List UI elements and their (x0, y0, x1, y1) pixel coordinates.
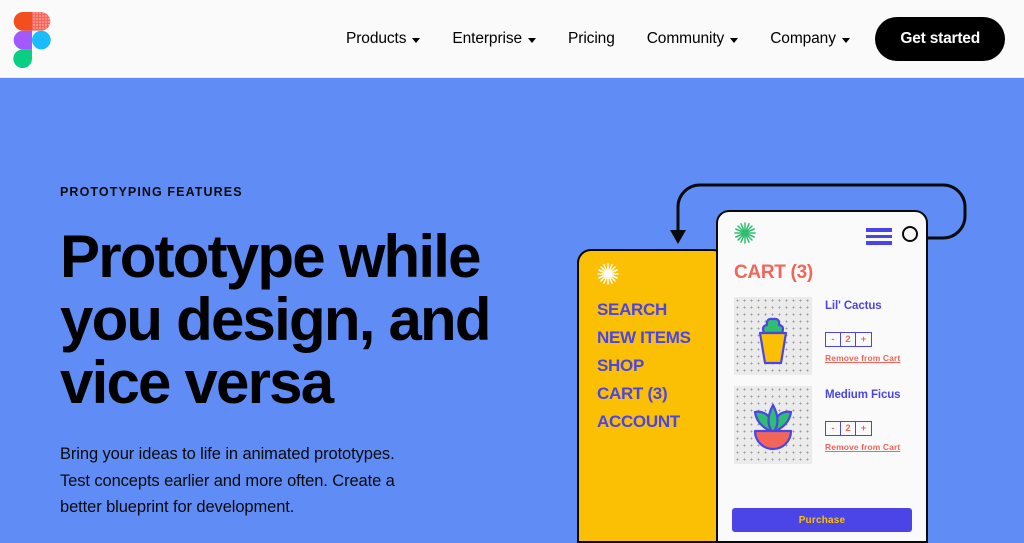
increment-button[interactable]: + (856, 422, 871, 435)
nav-label: Products (346, 30, 407, 47)
cart-item-name: Lil' Cactus (825, 300, 882, 312)
cart-item-details: Medium Ficus - 2 + Remove from Cart (825, 386, 901, 464)
nav-label: Community (646, 30, 725, 47)
headline-line-2: you design, and (60, 286, 492, 353)
cactus-thumbnail (734, 297, 812, 375)
nav-item-enterprise[interactable]: Enterprise (436, 30, 552, 48)
starburst-icon (597, 263, 619, 285)
yellow-screen-menu: SEARCH NEW ITEMS SHOP CART (3) ACCOUNT (597, 300, 691, 432)
yellow-phone-mockup: SEARCH NEW ITEMS SHOP CART (3) ACCOUNT (577, 249, 727, 543)
cart-item-row: Medium Ficus - 2 + Remove from Cart (734, 386, 926, 464)
headline-line-3: vice versa (60, 349, 334, 416)
hero-subcopy: Bring your ideas to life in animated pro… (60, 445, 395, 517)
decrement-button[interactable]: - (826, 422, 841, 436)
cart-item-name: Medium Ficus (825, 389, 901, 401)
decrement-button[interactable]: - (826, 333, 841, 347)
chevron-down-icon (528, 37, 537, 43)
ficus-illustration (753, 403, 793, 451)
cart-screen-topbar (718, 212, 926, 254)
menu-item-new-items[interactable]: NEW ITEMS (597, 328, 691, 348)
white-phone-mockup: CART (3) Lil' Cactus - 2 + Remove from C… (716, 210, 928, 543)
chevron-down-icon (730, 37, 739, 43)
quantity-value: 2 (841, 333, 856, 347)
cart-heading: CART (3) (734, 262, 813, 283)
quantity-value: 2 (841, 422, 856, 436)
chevron-down-icon (841, 37, 850, 43)
burger-bar (866, 234, 892, 238)
cart-item-details: Lil' Cactus - 2 + Remove from Cart (825, 297, 900, 375)
nav-item-community[interactable]: Community (631, 30, 754, 48)
nav-label: Company (770, 30, 836, 47)
figma-logo-icon (13, 12, 51, 68)
prototype-connector-anchor (902, 226, 918, 242)
headline-line-1: Prototype while (60, 223, 482, 290)
primary-nav: Products Enterprise Pricing Community Co… (330, 0, 940, 78)
nav-item-products[interactable]: Products (330, 30, 436, 48)
increment-button[interactable]: + (856, 333, 871, 346)
quantity-stepper[interactable]: - 2 + (825, 421, 872, 437)
chevron-down-icon (412, 37, 421, 43)
hero-eyebrow: PROTOTYPING FEATURES (60, 185, 243, 199)
cactus-illustration (758, 317, 788, 365)
burger-bar (866, 241, 892, 245)
nav-label: Pricing (568, 30, 615, 47)
quantity-stepper[interactable]: - 2 + (825, 332, 872, 348)
menu-item-search[interactable]: SEARCH (597, 300, 691, 320)
site-header: Products Enterprise Pricing Community Co… (0, 0, 1024, 78)
hero-copy-block: PROTOTYPING FEATURES Prototype while you… (60, 185, 530, 521)
nav-label: Enterprise (452, 30, 523, 47)
remove-from-cart-link[interactable]: Remove from Cart (825, 353, 900, 363)
starburst-icon (734, 222, 756, 244)
nav-item-company[interactable]: Company (754, 30, 866, 48)
get-started-button[interactable]: Get started (875, 17, 1005, 61)
hero-headline: Prototype while you design, and vice ver… (60, 225, 530, 414)
menu-item-account[interactable]: ACCOUNT (597, 412, 691, 432)
remove-from-cart-link[interactable]: Remove from Cart (825, 442, 900, 452)
menu-item-shop[interactable]: SHOP (597, 356, 691, 376)
nav-item-pricing[interactable]: Pricing (552, 30, 631, 48)
figma-logo[interactable] (12, 12, 52, 68)
ficus-thumbnail (734, 386, 812, 464)
cart-item-row: Lil' Cactus - 2 + Remove from Cart (734, 297, 926, 375)
figma-marketing-page: Products Enterprise Pricing Community Co… (0, 0, 1024, 543)
purchase-button[interactable]: Purchase (732, 508, 912, 532)
menu-item-cart[interactable]: CART (3) (597, 384, 691, 404)
hamburger-menu-icon[interactable] (866, 228, 892, 245)
burger-bar (866, 228, 892, 232)
